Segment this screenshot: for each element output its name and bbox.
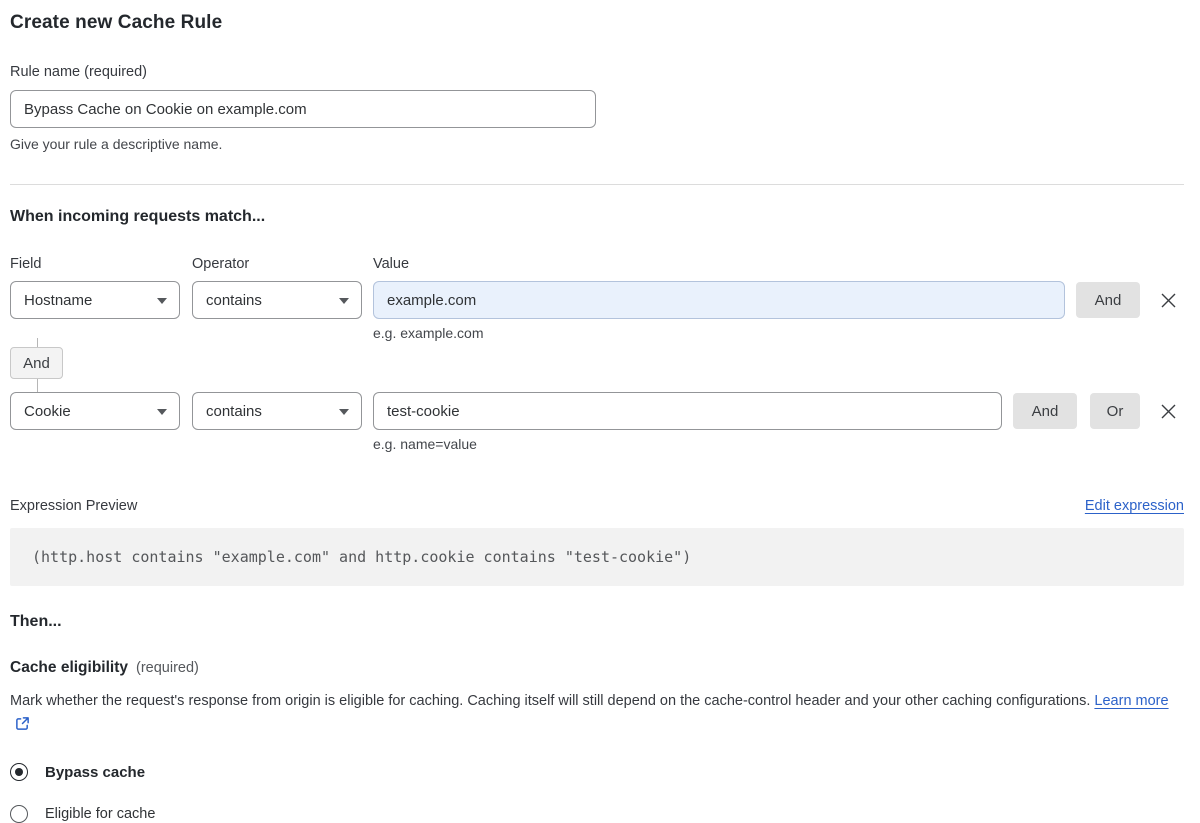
hint-row-2: e.g. name=value xyxy=(10,436,1184,452)
radio-option-bypass-cache[interactable]: Bypass cache xyxy=(10,763,1184,781)
chevron-down-icon xyxy=(157,409,167,415)
value-hint-row2: e.g. name=value xyxy=(373,436,477,452)
operator-select-row1-value: contains xyxy=(206,291,262,309)
radio-unselected-icon[interactable] xyxy=(10,805,28,823)
field-column-label: Field xyxy=(10,256,42,272)
and-button-row1[interactable]: And xyxy=(1076,282,1140,318)
expression-preview-label: Expression Preview xyxy=(10,498,138,514)
cache-eligibility-description: Mark whether the request's response from… xyxy=(10,689,1184,737)
description-text: Mark whether the request's response from… xyxy=(10,693,1091,709)
chevron-down-icon xyxy=(339,409,349,415)
or-button-row2[interactable]: Or xyxy=(1090,393,1140,429)
value-column-label: Value xyxy=(373,256,410,272)
remove-row2-button[interactable] xyxy=(1156,399,1180,423)
value-input-row2[interactable] xyxy=(373,392,1002,430)
radio-selected-icon[interactable] xyxy=(10,763,28,781)
connector-line xyxy=(37,338,38,347)
section-divider xyxy=(10,184,1184,185)
field-select-row1[interactable]: Hostname xyxy=(10,281,180,319)
radio-label: Bypass cache xyxy=(45,763,146,781)
field-select-row2-value: Cookie xyxy=(24,402,71,420)
external-link-icon xyxy=(16,717,29,730)
field-select-row1-value: Hostname xyxy=(24,291,93,309)
create-cache-rule-page: Create new Cache Rule Rule name (require… xyxy=(0,0,1200,823)
close-icon xyxy=(1161,404,1175,418)
match-heading: When incoming requests match... xyxy=(10,208,266,225)
field-select-row2[interactable]: Cookie xyxy=(10,392,180,430)
edit-expression-link[interactable]: Edit expression xyxy=(1085,498,1184,514)
row-connector: And xyxy=(10,338,1184,392)
then-heading: Then... xyxy=(10,613,62,630)
rule-name-input[interactable] xyxy=(10,90,596,128)
and-button-row2[interactable]: And xyxy=(1013,393,1077,429)
cache-eligibility-heading: Cache eligibility xyxy=(10,659,129,676)
expression-code-block: (http.host contains "example.com" and ht… xyxy=(10,528,1184,586)
value-input-row1[interactable] xyxy=(373,281,1065,319)
rule-name-help: Give your rule a descriptive name. xyxy=(10,136,223,152)
close-icon xyxy=(1161,293,1175,307)
learn-more-link[interactable]: Learn more xyxy=(1094,693,1168,709)
value-hint-row1: e.g. example.com xyxy=(373,325,484,341)
operator-column-label: Operator xyxy=(192,256,250,272)
operator-select-row2-value: contains xyxy=(206,402,262,420)
chevron-down-icon xyxy=(157,298,167,304)
connector-and-badge[interactable]: And xyxy=(10,347,63,379)
operator-select-row2[interactable]: contains xyxy=(192,392,362,430)
hint-row-1: e.g. example.com xyxy=(10,325,1184,341)
match-row-1: Hostname contains And xyxy=(10,281,1184,319)
radio-option-eligible-for-cache[interactable]: Eligible for cache xyxy=(10,805,1184,823)
match-column-labels: Field Operator Value xyxy=(10,256,1184,272)
expression-header: Expression Preview Edit expression xyxy=(10,498,1184,514)
connector-line xyxy=(37,379,38,392)
page-title: Create new Cache Rule xyxy=(10,12,223,33)
radio-label: Eligible for cache xyxy=(45,806,156,822)
rule-name-label: Rule name (required) xyxy=(10,64,148,80)
operator-select-row1[interactable]: contains xyxy=(192,281,362,319)
cache-eligibility-heading-row: Cache eligibility (required) xyxy=(10,659,1184,677)
match-row-2: Cookie contains And Or xyxy=(10,392,1184,430)
remove-row1-button[interactable] xyxy=(1156,288,1180,312)
chevron-down-icon xyxy=(339,298,349,304)
required-hint: (required) xyxy=(136,660,199,676)
